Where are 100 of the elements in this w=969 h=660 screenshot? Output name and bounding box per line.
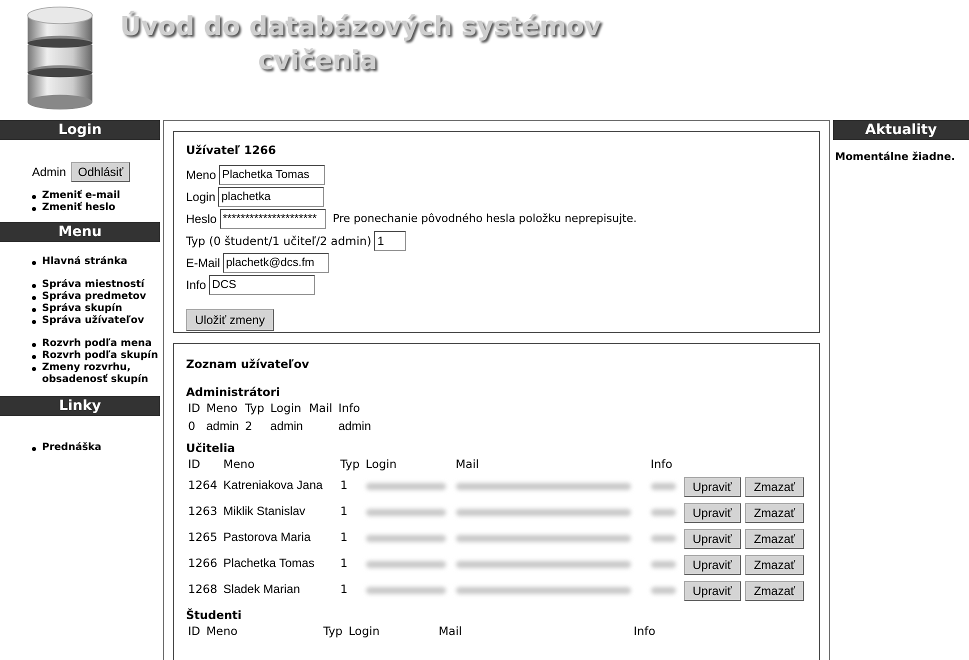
news-text: Momentálne žiadne. (835, 150, 956, 165)
text-field[interactable]: DCS (209, 275, 316, 296)
field-hint: Pre ponechanie pôvodného hesla položku neprepisujte. (332, 211, 637, 227)
field-label: Info (186, 277, 206, 294)
column-header: Typ (340, 456, 360, 470)
column-header: Typ (323, 624, 343, 638)
column-header: ID (188, 624, 200, 638)
group-heading: Učitelia (186, 440, 236, 456)
table-cell: admin (270, 418, 303, 433)
site-subtitle: cvičenia (258, 45, 378, 78)
edit-button[interactable]: Upraviť (684, 580, 741, 601)
nav-link[interactable]: Hlavná stránka (42, 256, 128, 268)
edit-button[interactable]: Upraviť (684, 502, 741, 523)
field-label: Login (186, 189, 216, 206)
nav-link[interactable]: Zmeniť heslo (42, 202, 116, 214)
form-title: Užívateľ 1266 (186, 142, 278, 159)
column-header: Meno (223, 456, 255, 470)
bullet-icon (32, 207, 36, 211)
section-heading: Menu (0, 222, 160, 242)
nav-link[interactable]: Správa miestností (42, 279, 144, 291)
table-cell: 1265 (188, 530, 218, 544)
table-cell: admin (338, 418, 372, 433)
table-cell: Katreniakova Jana (223, 478, 323, 492)
list-title: Zoznam užívateľov (186, 356, 310, 373)
field-label: Typ (0 študent/1 učiteľ/2 admin) (186, 232, 372, 250)
column-header: Info (338, 401, 360, 416)
text-field[interactable]: ********************* (220, 209, 326, 230)
bullet-icon (32, 343, 36, 347)
blurred-text (650, 508, 676, 516)
nav-link[interactable]: Správa predmetov (42, 291, 146, 303)
nav-link[interactable]: Rozvrh podľa mena (42, 338, 152, 350)
table-cell: 1268 (188, 582, 218, 596)
bullet-icon (32, 355, 36, 359)
bullet-icon (32, 308, 36, 312)
table-cell: 1264 (188, 478, 218, 492)
table-cell: 1263 (188, 504, 218, 518)
nav-link[interactable]: Zmeniť e-mail (42, 190, 120, 202)
nav-link[interactable]: Správa užívateľov (42, 315, 144, 327)
table-cell: 1 (340, 582, 348, 596)
nav-link[interactable]: Prednáška (42, 442, 102, 454)
delete-button[interactable]: Zmazať (744, 502, 804, 523)
table-cell: 1 (340, 556, 348, 570)
site-title: Úvod do databázových systémov (120, 10, 602, 44)
column-header: Login (348, 624, 380, 638)
column-header: Typ (244, 401, 264, 416)
table-cell: 1 (340, 504, 348, 518)
bullet-icon (32, 320, 36, 324)
table-cell: Pastorova Maria (223, 530, 311, 544)
column-header: Mail (438, 624, 462, 638)
column-header: Login (270, 401, 302, 416)
bullet-icon (32, 447, 36, 451)
column-header: ID (188, 456, 200, 470)
bullet-icon (32, 261, 36, 265)
delete-button[interactable]: Zmazať (744, 528, 804, 549)
section-heading: Login (0, 120, 160, 140)
group-heading: Administrátori (186, 385, 281, 400)
delete-button[interactable]: Zmazať (744, 580, 804, 601)
text-field[interactable]: plachetka (218, 187, 324, 208)
column-header: Mail (308, 401, 332, 416)
edit-button[interactable]: Upraviť (684, 554, 741, 575)
logout-button[interactable]: Odhlásiť (71, 162, 130, 182)
blurred-text (650, 482, 676, 490)
text-field[interactable]: plachetk@dcs.fm (223, 253, 330, 274)
nav-link[interactable]: Rozvrh podľa skupín (42, 350, 158, 362)
field-label: E-Mail (186, 255, 220, 272)
table-cell: 1266 (188, 556, 218, 570)
edit-button[interactable]: Upraviť (684, 528, 741, 549)
delete-button[interactable]: Zmazať (744, 554, 804, 575)
text-field[interactable]: 1 (374, 231, 406, 252)
blurred-text (650, 560, 676, 568)
delete-button[interactable]: Zmazať (744, 476, 804, 497)
column-header: Meno (206, 401, 238, 416)
bullet-icon (32, 284, 36, 288)
text-field[interactable]: Plachetka Tomas (219, 165, 326, 186)
table-cell: 2 (244, 418, 252, 433)
nav-link[interactable]: Správa skupín (42, 303, 122, 315)
bullet-icon (32, 296, 36, 300)
column-header: Info (650, 456, 672, 470)
edit-button[interactable]: Upraviť (684, 476, 741, 497)
field-label: Meno (186, 167, 216, 184)
column-header: ID (188, 401, 200, 416)
column-header: Mail (456, 456, 479, 470)
bullet-icon (32, 195, 36, 199)
group-heading: Študenti (186, 608, 243, 623)
table-cell: admin (206, 418, 239, 433)
section-heading: Linky (0, 396, 160, 416)
field-label: Heslo (186, 211, 217, 228)
column-header: Meno (206, 624, 238, 638)
nav-link[interactable]: Zmeny rozvrhu, obsadenosť skupín (42, 362, 160, 386)
blurred-text (650, 534, 676, 542)
table-cell: 0 (188, 418, 196, 433)
column-header: Login (366, 456, 397, 470)
table-cell: Sladek Marian (223, 582, 300, 596)
bullet-icon (32, 367, 36, 371)
column-header: Info (634, 624, 656, 638)
section-heading: Aktuality (833, 120, 969, 140)
table-cell: Plachetka Tomas (223, 556, 314, 570)
save-button[interactable]: Uložiť zmeny (186, 309, 274, 332)
table-cell: Miklik Stanislav (223, 504, 306, 518)
user-label: Admin (32, 164, 66, 181)
